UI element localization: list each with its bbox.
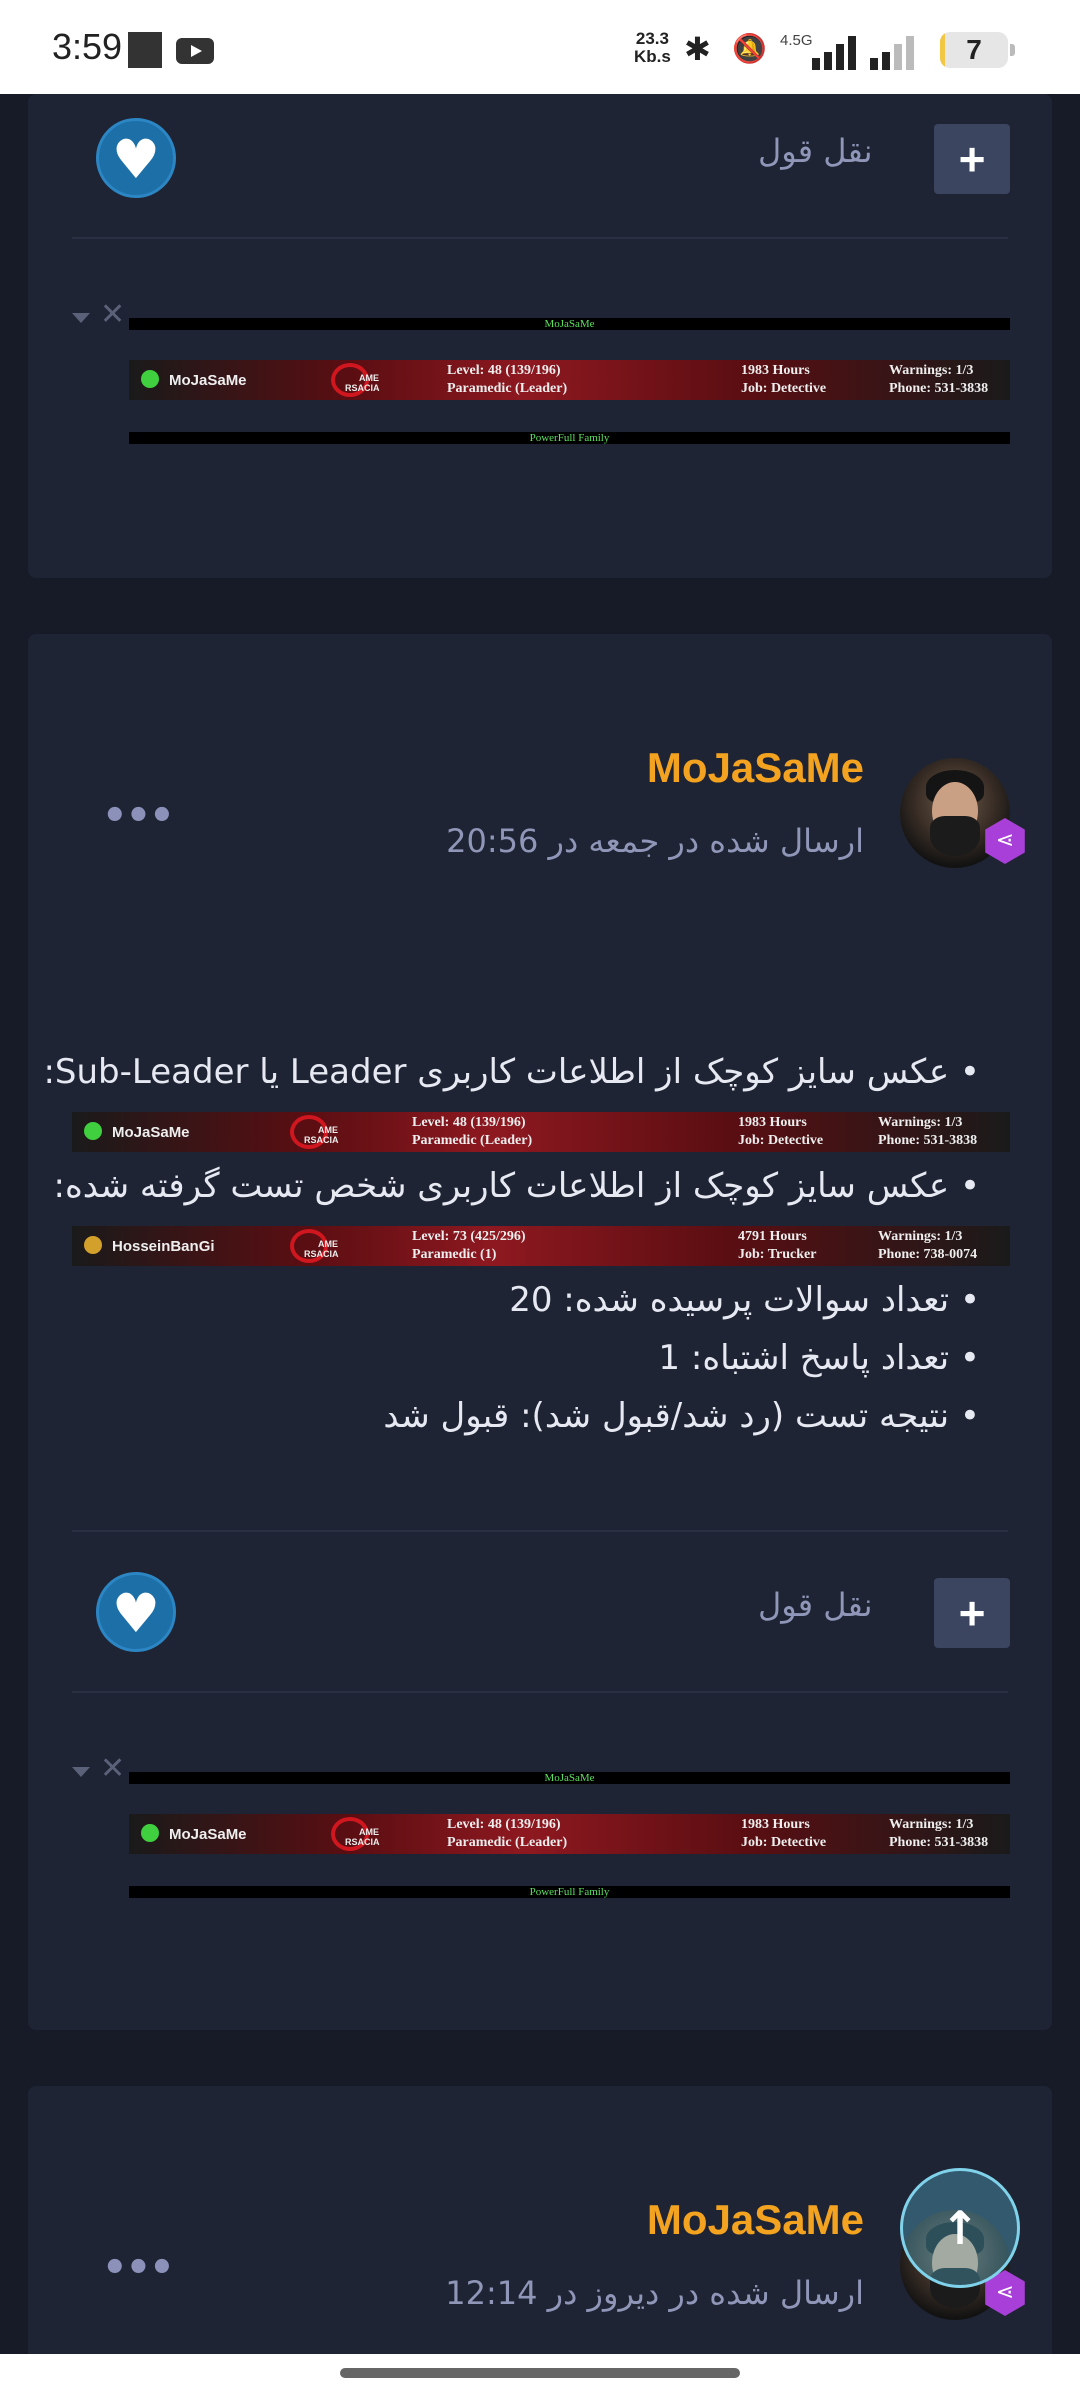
author-name[interactable]: MoJaSaMe [647, 2196, 864, 2244]
close-signature-icon[interactable]: ✕ [100, 1754, 125, 1784]
banner-warnings: Warnings: 1/3 Phone: 531-3838 [878, 1115, 978, 1148]
quote-label[interactable]: نقل قول [758, 132, 873, 170]
divider [72, 1691, 1008, 1693]
collapse-signature-icon[interactable] [72, 1767, 90, 1777]
arrow-up-icon: ↑ [940, 2201, 980, 2255]
banner-player-name: MoJaSaMe [112, 1124, 190, 1141]
signature-top-bar: MoJaSaMe [129, 1772, 1010, 1784]
banner-player-name: HosseinBanGi [112, 1238, 215, 1255]
notification-icon [128, 32, 162, 68]
post-line: • عکس سایز کوچک از اطلاعات کاربری شخص تس… [53, 1166, 980, 1206]
leader-banner: MoJaSaMe AME RSACIA Level: 48 (139/196) … [72, 1112, 1010, 1152]
bluetooth-icon: ✱ [684, 30, 711, 68]
signature-bottom-bar: PowerFull Family [129, 1886, 1010, 1898]
battery-icon: 7 [940, 32, 1008, 68]
banner-hours: 4791 Hours Job: Trucker [738, 1229, 817, 1262]
signature-banner: MoJaSaMe AME RSACIA Level: 48 (139/196) … [129, 360, 1010, 400]
status-dot [84, 1236, 102, 1254]
mute-icon: 🔕 [732, 32, 767, 65]
banner-hours: 1983 Hours Job: Detective [738, 1115, 824, 1148]
status-dot [141, 370, 159, 388]
like-button[interactable]: ♥ [96, 118, 176, 198]
divider [72, 237, 1008, 239]
banner-level: Level: 48 (139/196) Paramedic (Leader) [447, 363, 568, 396]
banner-hours: 1983 Hours Job: Detective [741, 363, 827, 396]
banner-player-name: MoJaSaMe [169, 1826, 247, 1843]
status-time: 3:59 [52, 26, 123, 67]
post-date[interactable]: ارسال شده در دیروز در 12:14 [445, 2274, 864, 2312]
post-card: ⋖ MoJaSaMe ارسال شده در دیروز در 12:14 •… [28, 2086, 1052, 2386]
multiquote-button[interactable]: + [934, 1578, 1010, 1648]
like-button[interactable]: ♥ [96, 1572, 176, 1652]
tested-banner: HosseinBanGi AME RSACIA Level: 73 (425/2… [72, 1226, 1010, 1266]
banner-warnings: Warnings: 1/3 Phone: 531-3838 [889, 363, 989, 396]
close-signature-icon[interactable]: ✕ [100, 300, 125, 330]
author-name[interactable]: MoJaSaMe [647, 744, 864, 792]
more-dots-icon[interactable]: ••• [102, 2248, 175, 2288]
scroll-to-top-button[interactable]: ↑ [900, 2168, 1020, 2288]
banner-warnings: Warnings: 1/3 Phone: 738-0074 [878, 1229, 978, 1262]
youtube-icon [176, 38, 214, 64]
signature-bottom-bar: PowerFull Family [129, 432, 1010, 444]
multiquote-button[interactable]: + [934, 124, 1010, 194]
collapse-signature-icon[interactable] [72, 313, 90, 323]
post-line: • تعداد سوالات پرسیده شده: 20 [509, 1280, 980, 1320]
status-dot [141, 1824, 159, 1842]
banner-player-name: MoJaSaMe [169, 372, 247, 389]
banner-level: Level: 73 (425/296) Paramedic (1) [412, 1229, 526, 1262]
status-dot [84, 1122, 102, 1140]
signature-banner: MoJaSaMe AME RSACIA Level: 48 (139/196) … [129, 1814, 1010, 1854]
battery-level: 7 [966, 34, 982, 65]
post-date[interactable]: ارسال شده در جمعه در 20:56 [446, 822, 864, 860]
navigation-bar [0, 2354, 1080, 2400]
post-line: • تعداد پاسخ اشتباه: 1 [658, 1338, 980, 1378]
banner-level: Level: 48 (139/196) Paramedic (Leader) [412, 1115, 533, 1148]
banner-warnings: Warnings: 1/3 Phone: 531-3838 [889, 1817, 989, 1850]
divider [72, 1530, 1008, 1532]
banner-level: Level: 48 (139/196) Paramedic (Leader) [447, 1817, 568, 1850]
banner-hours: 1983 Hours Job: Detective [741, 1817, 827, 1850]
plus-icon: + [958, 1587, 986, 1639]
more-dots-icon[interactable]: ••• [102, 796, 175, 836]
post-card-previous: ♥ نقل قول + ✕ MoJaSaMe MoJaSaMe AME RSAC… [28, 94, 1052, 578]
quote-label[interactable]: نقل قول [758, 1586, 873, 1624]
net-speed: 23.3 Kb.s [634, 29, 671, 66]
post-line: • عکس سایز کوچک از اطلاعات کاربری Leader… [43, 1052, 980, 1092]
home-gesture-handle[interactable] [340, 2368, 740, 2378]
signature-top-bar: MoJaSaMe [129, 318, 1010, 330]
status-bar: 3:59 23.3 Kb.s ✱ 🔕 4.5G 7 [0, 0, 1080, 94]
heart-icon: ♥ [111, 128, 161, 191]
network-type: 4.5G [780, 32, 813, 49]
post-line: • نتیجه تست (رد شد/قبول شد): قبول شد [383, 1396, 980, 1436]
plus-icon: + [958, 133, 986, 185]
post-card: ⋖ MoJaSaMe ارسال شده در جمعه در 20:56 ••… [28, 634, 1052, 2030]
heart-icon: ♥ [111, 1582, 161, 1645]
